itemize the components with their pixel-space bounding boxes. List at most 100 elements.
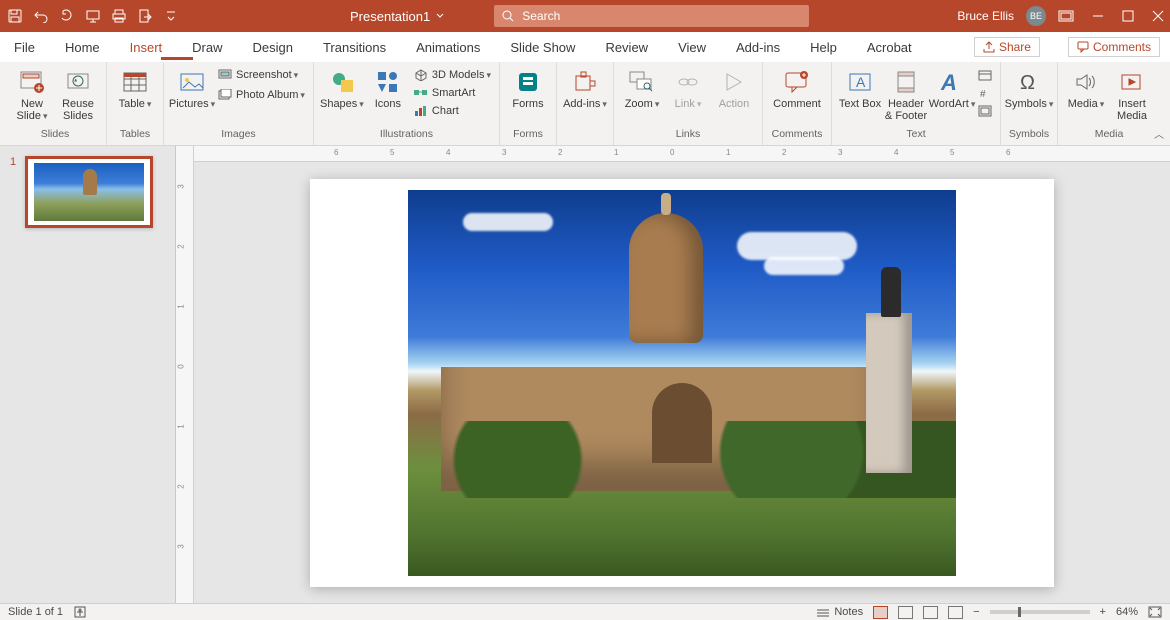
inserted-picture[interactable] xyxy=(408,190,956,576)
addins-button[interactable]: Add-ins xyxy=(563,68,607,110)
table-button[interactable]: Table xyxy=(113,68,157,110)
header-footer-button[interactable]: Header & Footer xyxy=(884,68,928,122)
comments-button[interactable]: Comments xyxy=(1068,37,1160,57)
group-label-text: Text xyxy=(906,128,925,143)
insert-media-icon xyxy=(1118,68,1146,96)
close-icon[interactable] xyxy=(1152,10,1164,22)
slide-canvas[interactable] xyxy=(310,179,1054,587)
tab-insert[interactable]: Insert xyxy=(126,34,167,61)
normal-view-button[interactable] xyxy=(873,606,888,619)
group-label-symbols: Symbols xyxy=(1009,128,1049,143)
workspace: 1 3 2 1 0 1 2 3 6 5 4 3 2 1 0 1 2 3 4 5 … xyxy=(0,146,1170,603)
accessibility-icon[interactable] xyxy=(73,606,87,618)
chevron-down-icon xyxy=(436,13,444,19)
chart-icon xyxy=(414,105,428,117)
collapse-ribbon-icon[interactable]: ︿ xyxy=(1154,126,1164,141)
svg-text:#: # xyxy=(980,89,986,99)
link-icon xyxy=(674,68,702,96)
zoom-in-button[interactable]: + xyxy=(1100,606,1106,618)
reuse-slides-icon xyxy=(64,68,92,96)
tab-design[interactable]: Design xyxy=(249,34,297,61)
status-bar: Slide 1 of 1 Notes − + 64% xyxy=(0,603,1170,620)
zoom-button[interactable]: Zoom xyxy=(620,68,664,110)
reading-view-button[interactable] xyxy=(923,606,938,619)
zoom-out-button[interactable]: − xyxy=(973,606,979,618)
maximize-icon[interactable] xyxy=(1122,10,1134,22)
slide-thumbnail-1[interactable] xyxy=(25,156,153,228)
zoom-slider[interactable] xyxy=(990,610,1090,614)
addins-icon xyxy=(571,68,599,96)
document-title[interactable]: Presentation1 xyxy=(350,9,444,24)
redo-icon[interactable] xyxy=(58,7,76,25)
tab-review[interactable]: Review xyxy=(601,34,652,61)
zoom-icon xyxy=(628,68,656,96)
object-icon xyxy=(978,105,992,117)
notes-icon xyxy=(816,607,830,617)
pictures-button[interactable]: Pictures xyxy=(170,68,214,110)
media-button[interactable]: Media xyxy=(1064,68,1108,110)
new-slide-button[interactable]: New Slide xyxy=(10,68,54,122)
ribbon-tabs: File Home Insert Draw Design Transitions… xyxy=(0,32,1170,62)
photo-album-button[interactable]: Photo Album xyxy=(216,88,307,102)
group-label-illustrations: Illustrations xyxy=(380,128,433,143)
symbols-button[interactable]: Ω Symbols xyxy=(1007,68,1051,110)
display-mode-icon[interactable] xyxy=(1058,10,1074,22)
forms-icon xyxy=(514,68,542,96)
slide-counter[interactable]: Slide 1 of 1 xyxy=(8,606,63,618)
print-icon[interactable] xyxy=(110,7,128,25)
tab-view[interactable]: View xyxy=(674,34,710,61)
share-button[interactable]: Share xyxy=(974,37,1040,57)
slide-number-button[interactable]: # xyxy=(976,86,994,100)
tab-file[interactable]: File xyxy=(10,34,39,61)
sorter-view-button[interactable] xyxy=(898,606,913,619)
zoom-level[interactable]: 64% xyxy=(1116,606,1138,618)
chart-button[interactable]: Chart xyxy=(412,104,493,118)
group-label-tables: Tables xyxy=(120,128,150,143)
fit-window-icon[interactable] xyxy=(1148,606,1162,618)
group-addins: Add-ins xyxy=(557,62,614,145)
undo-icon[interactable] xyxy=(32,7,50,25)
tab-acrobat[interactable]: Acrobat xyxy=(863,34,916,61)
comment-button[interactable]: Comment xyxy=(769,68,825,110)
tab-transitions[interactable]: Transitions xyxy=(319,34,390,61)
tab-slideshow[interactable]: Slide Show xyxy=(506,34,579,61)
screenshot-button[interactable]: Screenshot xyxy=(216,68,307,82)
link-button: Link xyxy=(666,68,710,110)
cube-icon xyxy=(414,69,428,81)
notes-button[interactable]: Notes xyxy=(816,606,863,618)
group-label-media: Media xyxy=(1095,128,1124,143)
present-icon[interactable] xyxy=(84,7,102,25)
export-icon[interactable] xyxy=(136,7,154,25)
reuse-slides-button[interactable]: Reuse Slides xyxy=(56,68,100,122)
tab-draw[interactable]: Draw xyxy=(188,34,226,61)
object-button[interactable] xyxy=(976,104,994,118)
tab-animations[interactable]: Animations xyxy=(412,34,484,61)
tab-help[interactable]: Help xyxy=(806,34,841,61)
wordart-button[interactable]: A WordArt xyxy=(930,68,974,110)
save-icon[interactable] xyxy=(6,7,24,25)
title-bar: Presentation1 Search Bruce Ellis BE xyxy=(0,0,1170,32)
slideshow-view-button[interactable] xyxy=(948,606,963,619)
textbox-button[interactable]: A Text Box xyxy=(838,68,882,110)
textbox-icon: A xyxy=(846,68,874,96)
tab-home[interactable]: Home xyxy=(61,34,104,61)
user-avatar[interactable]: BE xyxy=(1026,6,1046,26)
icons-button[interactable]: Icons xyxy=(366,68,410,110)
search-placeholder: Search xyxy=(522,9,560,23)
forms-button[interactable]: Forms xyxy=(506,68,550,110)
user-name[interactable]: Bruce Ellis xyxy=(957,9,1014,23)
thumb-image xyxy=(34,163,144,221)
qat-more-icon[interactable] xyxy=(162,7,180,25)
icons-icon xyxy=(374,68,402,96)
search-input[interactable]: Search xyxy=(494,5,809,27)
group-label-links: Links xyxy=(676,128,701,143)
shapes-button[interactable]: Shapes xyxy=(320,68,364,110)
smartart-button[interactable]: SmartArt xyxy=(412,86,493,100)
insert-media-button[interactable]: Insert Media xyxy=(1110,68,1154,122)
date-icon xyxy=(978,69,992,81)
group-text: A Text Box Header & Footer A WordArt # T… xyxy=(832,62,1001,145)
3d-models-button[interactable]: 3D Models xyxy=(412,68,493,82)
minimize-icon[interactable] xyxy=(1092,10,1104,22)
date-time-button[interactable] xyxy=(976,68,994,82)
tab-addins[interactable]: Add-ins xyxy=(732,34,784,61)
